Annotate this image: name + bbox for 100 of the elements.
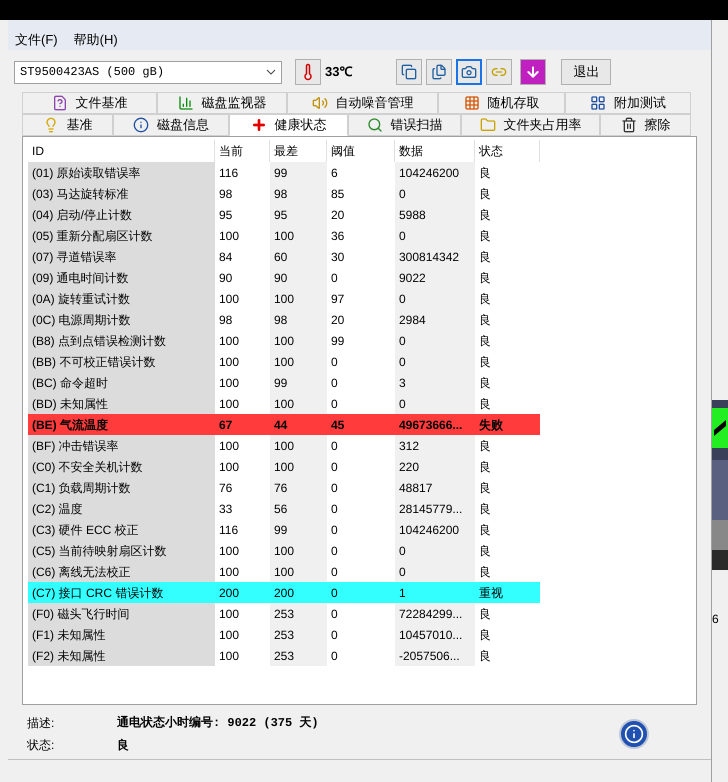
table-cell: 253 [270,624,327,645]
menu-item[interactable]: 文件(F) [15,30,58,49]
table-cell: -2057506... [395,645,475,666]
folder-icon [480,117,496,133]
download-button[interactable] [520,59,546,85]
tab[interactable]: 擦除 [600,114,691,136]
table-cell: (BC) 命令超时 [28,372,215,393]
toolbar-button[interactable] [456,59,482,85]
grid-icon [590,95,606,111]
tab[interactable]: 随机存取 [438,92,565,114]
table-cell: 49673666... [395,414,475,435]
table-cell: (C1) 负载周期计数 [28,477,215,498]
table-cell: 100 [270,393,327,414]
table-cell: (BE) 气流温度 [28,414,215,435]
thermometer-button[interactable] [295,59,321,85]
table-cell: 104246200 [395,162,475,183]
toolbar-button[interactable] [396,59,422,85]
table-cell: 0 [395,183,475,204]
status-value: 良 [117,737,130,754]
tab[interactable]: 错误扫描 [348,114,461,136]
table-cell: 200 [215,582,270,603]
table-cell: 56 [270,498,327,519]
tab[interactable]: 文件基准 [22,92,157,114]
table-cell: 5988 [395,204,475,225]
table-cell: 76 [270,477,327,498]
table-cell: 10457010... [395,624,475,645]
description-label: 描述: [27,715,56,732]
table-cell: (C3) 硬件 ECC 校正 [28,519,215,540]
side-text: 6 [712,611,720,628]
table-cell: 0 [395,393,475,414]
table-cell: (F0) 磁头飞行时间 [28,603,215,624]
table-cell: (0A) 旋转重试计数 [28,288,215,309]
tab[interactable]: 自动噪音管理 [287,92,438,114]
toolbar-button[interactable] [426,59,452,85]
table-cell: 28145779... [395,498,475,519]
tab[interactable]: 文件夹占用率 [461,114,600,136]
table-cell: (C6) 离线无法校正 [28,561,215,582]
table-cell: 253 [270,603,327,624]
table-cell: 90 [270,267,327,288]
speaker-icon [312,95,328,111]
table-cell: 0 [395,225,475,246]
table-cell: 0 [395,330,475,351]
table-cell: 100 [270,351,327,372]
table-cell: (04) 启动/停止计数 [28,204,215,225]
tab[interactable]: 健康状态 [229,114,348,136]
table-cell: (BF) 冲击错误率 [28,435,215,456]
table-cell: 0 [395,540,475,561]
table-cell: 60 [270,246,327,267]
table-cell: 失败 [475,414,540,435]
table-cell: (C7) 接口 CRC 错误计数 [28,582,215,603]
menu-item[interactable]: 帮助(H) [74,30,118,49]
table-cell: 9022 [395,267,475,288]
table-cell: 100 [270,225,327,246]
table-cell: 98 [270,183,327,204]
table-cell: (01) 原始读取错误率 [28,162,215,183]
table-cell: (09) 通电时间计数 [28,267,215,288]
table-cell: (F1) 未知属性 [28,624,215,645]
table-cell: 99 [270,372,327,393]
table-cell: 48817 [395,477,475,498]
table-cell: (C5) 当前待映射扇区计数 [28,540,215,561]
document-icon [52,95,68,111]
table-cell: 104246200 [395,519,475,540]
table-cell: 3 [395,372,475,393]
table-cell: 2984 [395,309,475,330]
table-cell: (C0) 不安全关机计数 [28,456,215,477]
description-value: 通电状态小时编号: 9022 (375 天) [117,714,320,732]
tab[interactable]: 基准 [22,114,113,136]
table-cell: 0 [327,582,395,603]
table-cell: (03) 马达旋转标准 [28,183,215,204]
trash-icon [620,117,636,133]
table-cell: 99 [270,162,327,183]
table-cell: (C2) 温度 [28,498,215,519]
chevron-icon [266,69,276,75]
bar-chart-icon [178,95,194,111]
magnifier-icon [366,117,382,133]
table-cell: (0C) 电源周期计数 [28,309,215,330]
drive-dropdown[interactable]: ST9500423AS (500 gB) [14,60,282,84]
table-cell: (07) 寻道错误率 [28,246,215,267]
cross-icon [250,117,266,133]
table-cell: 312 [395,435,475,456]
tab[interactable]: 附加测试 [565,92,691,114]
table-cell: 45 [327,414,395,435]
table-cell: 300814342 [395,246,475,267]
table-cell: 0 [395,561,475,582]
exit-button[interactable]: 退出 [561,59,612,85]
temperature-reading: 33℃ [325,63,352,82]
camera-icon [461,64,478,80]
tab[interactable]: 磁盘监视器 [157,92,287,114]
table-cell: 100 [270,435,327,456]
table-cell: 220 [395,456,475,477]
table-cell: (BB) 不可校正错误计数 [28,351,215,372]
table-cell: (05) 重新分配扇区计数 [28,225,215,246]
table-cell: (BD) 未知属性 [28,393,215,414]
table-cell: 100 [270,330,327,351]
table-cell: 99 [270,519,327,540]
table-cell: 98 [270,309,327,330]
table-cell: 95 [270,204,327,225]
info-icon[interactable] [619,719,649,749]
table-cell: 44 [270,414,327,435]
tab[interactable]: 磁盘信息 [113,114,229,136]
